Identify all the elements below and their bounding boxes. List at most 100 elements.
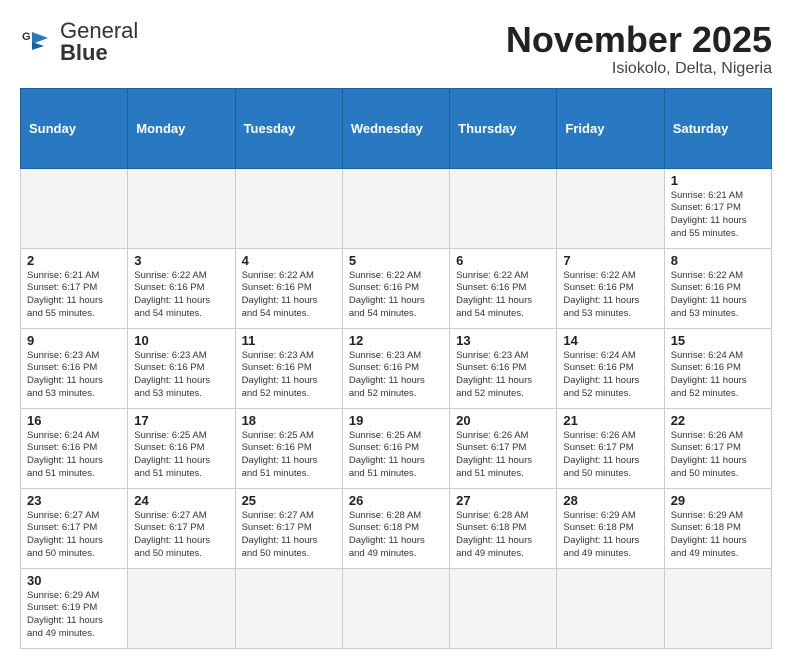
day-info: Sunrise: 6:22 AM Sunset: 6:16 PM Dayligh…	[456, 270, 550, 321]
calendar-header: SundayMondayTuesdayWednesdayThursdayFrid…	[21, 88, 772, 168]
logo-text: GeneralBlue	[60, 20, 138, 64]
day-info: Sunrise: 6:27 AM Sunset: 6:17 PM Dayligh…	[134, 510, 228, 561]
day-info: Sunrise: 6:22 AM Sunset: 6:16 PM Dayligh…	[349, 270, 443, 321]
calendar-cell: 24 Sunrise: 6:27 AM Sunset: 6:17 PM Dayli…	[128, 488, 235, 568]
calendar-cell: 6Sunrise: 6:22 AM Sunset: 6:16 PM Daylig…	[450, 248, 557, 328]
day-number: 21	[563, 413, 657, 428]
calendar-cell	[342, 568, 449, 648]
day-info: Sunrise: 6:23 AM Sunset: 6:16 PM Dayligh…	[456, 350, 550, 401]
day-number: 17	[134, 413, 228, 428]
calendar-cell	[128, 568, 235, 648]
calendar-cell	[664, 568, 771, 648]
day-info: Sunrise: 6:26 AM Sunset: 6:17 PM Dayligh…	[456, 430, 550, 481]
weekday-header-monday: Monday	[128, 88, 235, 168]
calendar-cell: 26 Sunrise: 6:28 AM Sunset: 6:18 PM Dayli…	[342, 488, 449, 568]
day-info: Sunrise: 6:25 AM Sunset: 6:16 PM Dayligh…	[134, 430, 228, 481]
calendar-week-row: 30 Sunrise: 6:29 AM Sunset: 6:19 PM Dayli…	[21, 568, 772, 648]
day-info: Sunrise: 6:25 AM Sunset: 6:16 PM Dayligh…	[242, 430, 336, 481]
day-number: 22	[671, 413, 765, 428]
location: Isiokolo, Delta, Nigeria	[506, 60, 772, 78]
day-number: 12	[349, 333, 443, 348]
day-info: Sunrise: 6:26 AM Sunset: 6:17 PM Dayligh…	[671, 430, 765, 481]
day-info: Sunrise: 6:29 AM Sunset: 6:18 PM Dayligh…	[671, 510, 765, 561]
calendar-cell: 4 Sunrise: 6:22 AM Sunset: 6:16 PM Daylig…	[235, 248, 342, 328]
month-title: November 2025	[506, 20, 772, 60]
calendar-cell	[557, 568, 664, 648]
weekday-header-friday: Friday	[557, 88, 664, 168]
calendar-cell: 1Sunrise: 6:21 AM Sunset: 6:17 PM Daylig…	[664, 168, 771, 248]
day-number: 2	[27, 253, 121, 268]
calendar-cell: 15Sunrise: 6:24 AM Sunset: 6:16 PM Dayli…	[664, 328, 771, 408]
day-number: 24	[134, 493, 228, 508]
day-number: 18	[242, 413, 336, 428]
day-number: 14	[563, 333, 657, 348]
day-info: Sunrise: 6:22 AM Sunset: 6:16 PM Dayligh…	[671, 270, 765, 321]
logo-text-block: GeneralBlue	[60, 20, 138, 64]
calendar-cell: 30 Sunrise: 6:29 AM Sunset: 6:19 PM Dayli…	[21, 568, 128, 648]
day-number: 7	[563, 253, 657, 268]
calendar-cell: 28 Sunrise: 6:29 AM Sunset: 6:18 PM Dayli…	[557, 488, 664, 568]
calendar-cell	[342, 168, 449, 248]
calendar-cell: 14Sunrise: 6:24 AM Sunset: 6:16 PM Dayli…	[557, 328, 664, 408]
day-number: 9	[27, 333, 121, 348]
day-number: 20	[456, 413, 550, 428]
title-block: November 2025 Isiokolo, Delta, Nigeria	[506, 20, 772, 78]
calendar-cell: 8 Sunrise: 6:22 AM Sunset: 6:16 PM Daylig…	[664, 248, 771, 328]
calendar-cell: 27 Sunrise: 6:28 AM Sunset: 6:18 PM Dayli…	[450, 488, 557, 568]
calendar-cell: 3 Sunrise: 6:22 AM Sunset: 6:16 PM Daylig…	[128, 248, 235, 328]
page: G GeneralBlue November 2025 Isiokolo, De…	[0, 0, 792, 659]
weekday-header-tuesday: Tuesday	[235, 88, 342, 168]
calendar-cell	[235, 568, 342, 648]
day-number: 11	[242, 333, 336, 348]
day-number: 5	[349, 253, 443, 268]
calendar-cell	[21, 168, 128, 248]
calendar-cell: 9Sunrise: 6:23 AM Sunset: 6:16 PM Daylig…	[21, 328, 128, 408]
day-number: 28	[563, 493, 657, 508]
calendar-cell: 13 Sunrise: 6:23 AM Sunset: 6:16 PM Dayli…	[450, 328, 557, 408]
day-info: Sunrise: 6:24 AM Sunset: 6:16 PM Dayligh…	[671, 350, 765, 401]
day-number: 30	[27, 573, 121, 588]
weekday-row: SundayMondayTuesdayWednesdayThursdayFrid…	[21, 88, 772, 168]
calendar-cell: 10Sunrise: 6:23 AM Sunset: 6:16 PM Dayli…	[128, 328, 235, 408]
page-header: G GeneralBlue November 2025 Isiokolo, De…	[20, 20, 772, 78]
calendar-week-row: 9 Sunrise: 6:23 AM Sunset: 6:16 PM Daylig…	[21, 328, 772, 408]
day-number: 3	[134, 253, 228, 268]
day-info: Sunrise: 6:25 AM Sunset: 6:16 PM Dayligh…	[349, 430, 443, 481]
day-number: 29	[671, 493, 765, 508]
day-info: Sunrise: 6:22 AM Sunset: 6:16 PM Dayligh…	[134, 270, 228, 321]
day-info: Sunrise: 6:28 AM Sunset: 6:18 PM Dayligh…	[456, 510, 550, 561]
day-number: 19	[349, 413, 443, 428]
day-number: 8	[671, 253, 765, 268]
calendar-cell: 20 Sunrise: 6:26 AM Sunset: 6:17 PM Dayli…	[450, 408, 557, 488]
day-number: 26	[349, 493, 443, 508]
calendar-table: SundayMondayTuesdayWednesdayThursdayFrid…	[20, 88, 772, 649]
calendar-cell: 11 Sunrise: 6:23 AM Sunset: 6:16 PM Dayli…	[235, 328, 342, 408]
calendar-week-row: 16Sunrise: 6:24 AM Sunset: 6:16 PM Dayli…	[21, 408, 772, 488]
day-info: Sunrise: 6:29 AM Sunset: 6:19 PM Dayligh…	[27, 590, 121, 641]
day-info: Sunrise: 6:27 AM Sunset: 6:17 PM Dayligh…	[242, 510, 336, 561]
day-info: Sunrise: 6:27 AM Sunset: 6:17 PM Dayligh…	[27, 510, 121, 561]
day-number: 27	[456, 493, 550, 508]
calendar-body: 1Sunrise: 6:21 AM Sunset: 6:17 PM Daylig…	[21, 168, 772, 648]
calendar-week-row: 23 Sunrise: 6:27 AM Sunset: 6:17 PM Dayli…	[21, 488, 772, 568]
day-info: Sunrise: 6:29 AM Sunset: 6:18 PM Dayligh…	[563, 510, 657, 561]
day-info: Sunrise: 6:21 AM Sunset: 6:17 PM Dayligh…	[27, 270, 121, 321]
calendar-cell: 5 Sunrise: 6:22 AM Sunset: 6:16 PM Daylig…	[342, 248, 449, 328]
calendar-cell: 17 Sunrise: 6:25 AM Sunset: 6:16 PM Dayli…	[128, 408, 235, 488]
day-number: 23	[27, 493, 121, 508]
calendar-cell	[128, 168, 235, 248]
svg-text:G: G	[22, 31, 31, 43]
day-info: Sunrise: 6:23 AM Sunset: 6:16 PM Dayligh…	[242, 350, 336, 401]
calendar-cell: 16Sunrise: 6:24 AM Sunset: 6:16 PM Dayli…	[21, 408, 128, 488]
calendar-week-row: 2 Sunrise: 6:21 AM Sunset: 6:17 PM Daylig…	[21, 248, 772, 328]
calendar-cell: 2 Sunrise: 6:21 AM Sunset: 6:17 PM Daylig…	[21, 248, 128, 328]
day-number: 25	[242, 493, 336, 508]
day-info: Sunrise: 6:22 AM Sunset: 6:16 PM Dayligh…	[242, 270, 336, 321]
calendar-cell	[557, 168, 664, 248]
day-number: 4	[242, 253, 336, 268]
weekday-header-sunday: Sunday	[21, 88, 128, 168]
day-info: Sunrise: 6:28 AM Sunset: 6:18 PM Dayligh…	[349, 510, 443, 561]
calendar-cell: 21Sunrise: 6:26 AM Sunset: 6:17 PM Dayli…	[557, 408, 664, 488]
calendar-cell: 12Sunrise: 6:23 AM Sunset: 6:16 PM Dayli…	[342, 328, 449, 408]
day-number: 13	[456, 333, 550, 348]
